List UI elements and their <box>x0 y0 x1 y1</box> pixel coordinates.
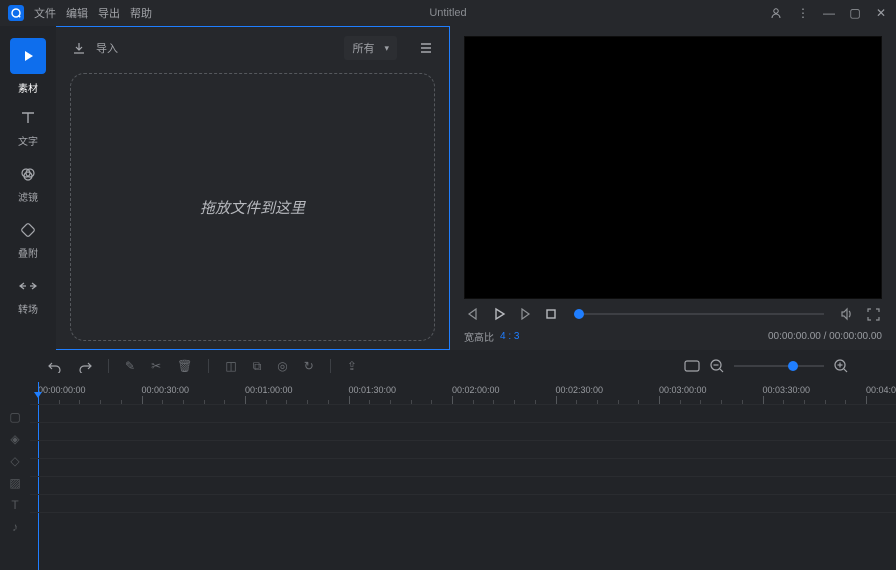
tab-text[interactable]: 文字 <box>0 105 56 161</box>
track-row[interactable] <box>30 494 896 512</box>
redo-button[interactable] <box>78 359 92 373</box>
tab-overlay[interactable]: 叠附 <box>0 217 56 273</box>
maximize-button[interactable]: ▢ <box>848 6 862 20</box>
track-row[interactable] <box>30 404 896 422</box>
overlay-icon <box>19 221 37 239</box>
fullscreen-button[interactable] <box>864 305 882 323</box>
ruler-tick-label: 00:03:30:00 <box>763 385 811 395</box>
track-audio-icon: ♪ <box>0 518 30 536</box>
seek-thumb[interactable] <box>574 309 584 319</box>
split-button[interactable]: ✂ <box>151 359 161 373</box>
timecode: 00:00:00.00 / 00:00:00.00 <box>768 331 882 342</box>
list-icon <box>417 39 435 57</box>
track-row[interactable] <box>30 512 896 530</box>
media-filter-select[interactable]: 所有 ▾ <box>344 36 397 60</box>
more-icon[interactable]: ⋮ <box>796 6 810 20</box>
user-icon[interactable] <box>770 7 784 19</box>
tab-transition[interactable]: 转场 <box>0 273 56 329</box>
timeline: 00:00:00:00 00:00:30:00 00:01:00:00 00:01:3… <box>0 382 896 570</box>
export-tool-button[interactable]: ⇪ <box>347 359 357 373</box>
delete-button[interactable]: 🗑 <box>177 359 192 373</box>
menu-edit[interactable]: 编辑 <box>66 5 88 21</box>
zoom-thumb[interactable] <box>788 361 798 371</box>
ruler-tick-label: 00:01:00:00 <box>245 385 293 395</box>
import-button[interactable]: 导入 <box>70 39 118 57</box>
track-effect-icon: ◈ <box>0 430 30 448</box>
menu-export[interactable]: 导出 <box>98 5 120 21</box>
track-video-icon: ▢ <box>0 408 30 426</box>
divider <box>330 359 331 373</box>
tab-text-label: 文字 <box>18 133 38 148</box>
volume-button[interactable] <box>838 305 856 323</box>
transition-icon <box>19 277 37 295</box>
ruler-tick: 00:04:00:00 <box>866 385 896 404</box>
text-icon <box>19 109 37 127</box>
ruler-tick-label: 00:03:00:00 <box>659 385 707 395</box>
play-button[interactable] <box>490 305 508 323</box>
minimize-button[interactable]: — <box>822 6 836 20</box>
prev-frame-button[interactable] <box>464 305 482 323</box>
ruler-tick-label: 00:02:00:00 <box>452 385 500 395</box>
ruler-tick-label: 00:01:30:00 <box>349 385 397 395</box>
edit-tool-button[interactable]: ✎ <box>125 359 135 373</box>
zoom-slider[interactable] <box>734 365 824 367</box>
title-bar: 文件 编辑 导出 帮助 Untitled ⋮ — ▢ ✕ <box>0 0 896 26</box>
ruler-tick-label: 00:04:00:00 <box>866 385 896 395</box>
undo-button[interactable] <box>48 359 62 373</box>
tab-material[interactable] <box>10 38 46 74</box>
rotate-button[interactable]: ↻ <box>304 359 314 373</box>
track-row[interactable] <box>30 440 896 458</box>
preview-panel: 宽高比 4 : 3 00:00:00.00 / 00:00:00.00 <box>450 26 896 350</box>
copy-button[interactable]: ⧉ <box>253 359 262 374</box>
track-image-icon: ▨ <box>0 474 30 492</box>
main-menu: 文件 编辑 导出 帮助 <box>34 5 152 21</box>
close-button[interactable]: ✕ <box>874 6 888 20</box>
ruler-tick-label: 00:00:30:00 <box>142 385 190 395</box>
fit-timeline-button[interactable] <box>684 360 700 372</box>
track-row[interactable] <box>30 422 896 440</box>
zoom-out-button[interactable] <box>710 359 724 373</box>
window-title: Untitled <box>429 7 466 19</box>
timeline-ruler[interactable]: 00:00:00:00 00:00:30:00 00:01:00:00 00:01:3… <box>38 382 886 404</box>
aspect-ratio-value[interactable]: 4 : 3 <box>500 331 519 342</box>
next-frame-button[interactable] <box>516 305 534 323</box>
tab-filter-label: 滤镜 <box>18 189 38 204</box>
stop-button[interactable] <box>542 305 560 323</box>
filter-icon <box>19 165 37 183</box>
divider <box>108 359 109 373</box>
tab-material-label: 素材 <box>18 80 38 95</box>
tab-filter[interactable]: 滤镜 <box>0 161 56 217</box>
menu-file[interactable]: 文件 <box>34 5 56 21</box>
chevron-down-icon: ▾ <box>384 43 389 54</box>
app-logo <box>8 5 24 21</box>
track-row[interactable] <box>30 476 896 494</box>
timeline-toolbar: ✎ ✂ 🗑 ◫ ⧉ ◎ ↻ ⇪ <box>0 350 896 382</box>
ruler-tick-label: 00:02:30:00 <box>556 385 604 395</box>
snapshot-button[interactable]: ◎ <box>277 359 287 373</box>
divider <box>208 359 209 373</box>
media-dropzone[interactable]: 拖放文件到这里 <box>70 73 435 341</box>
media-panel: 导入 所有 ▾ 拖放文件到这里 <box>56 26 450 350</box>
view-toggle-button[interactable] <box>417 39 435 57</box>
media-filter-value: 所有 <box>352 40 374 56</box>
play-icon <box>19 47 37 65</box>
tracks[interactable] <box>30 404 896 570</box>
zoom-in-button[interactable] <box>834 359 848 373</box>
crop-button[interactable]: ◫ <box>225 359 236 373</box>
track-text-icon: T <box>0 496 30 514</box>
tab-overlay-label: 叠附 <box>18 245 38 260</box>
seek-bar[interactable] <box>574 313 824 315</box>
tab-transition-label: 转场 <box>18 301 38 316</box>
track-overlay-icon: ◇ <box>0 452 30 470</box>
import-label: 导入 <box>96 40 118 56</box>
dropzone-hint: 拖放文件到这里 <box>200 197 305 218</box>
aspect-ratio-label: 宽高比 <box>464 329 494 344</box>
track-row[interactable] <box>30 458 896 476</box>
menu-help[interactable]: 帮助 <box>130 5 152 21</box>
import-icon <box>70 39 88 57</box>
preview-viewport[interactable] <box>464 36 882 299</box>
side-rail: 素材 文字 滤镜 叠附 转场 <box>0 26 56 350</box>
track-gutter: ▢ ◈ ◇ ▨ T ♪ <box>0 404 30 570</box>
ruler-tick-label: 00:00:00:00 <box>38 385 86 395</box>
